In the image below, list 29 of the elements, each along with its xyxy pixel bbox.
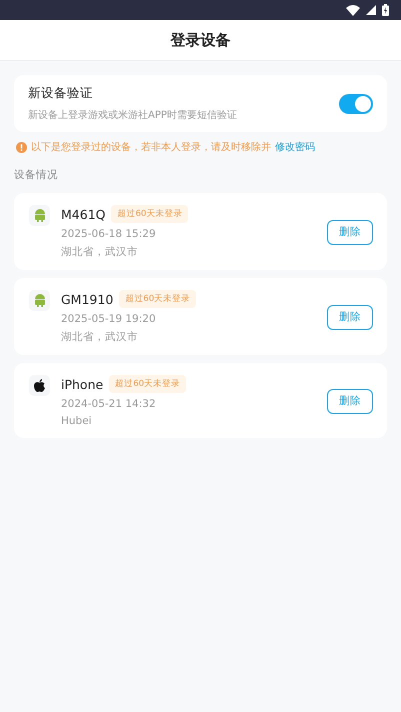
login-location: Hubei (61, 415, 93, 427)
delete-button[interactable]: 删除 (327, 304, 373, 330)
delete-button[interactable]: 删除 (327, 388, 373, 414)
signal-icon (366, 5, 376, 15)
device-name: GM1910 (61, 292, 114, 306)
login-location: 湖北省，武汉市 (61, 330, 139, 344)
change-password-link[interactable]: 修改密码 (275, 140, 315, 154)
inactive-tag: 超过60天未登录 (111, 205, 188, 223)
login-time: 2024-05-21 14:32 (61, 398, 157, 410)
toggle-switch[interactable] (339, 94, 373, 114)
wifi-icon (346, 4, 360, 16)
page-title: 登录设备 (170, 30, 230, 50)
setting-description: 新设备上登录游戏或米游社APP时需要短信验证 (28, 108, 238, 122)
android-icon (34, 209, 46, 222)
login-time: 2025-05-19 19:20 (61, 313, 157, 325)
device-name: iPhone (61, 376, 104, 392)
section-label: 设备情况 (14, 168, 59, 182)
warning-icon (16, 142, 27, 152)
delete-button[interactable]: 删除 (327, 220, 373, 244)
inactive-tag: 超过60天未登录 (109, 375, 186, 393)
device-name: M461Q (61, 206, 106, 222)
login-time: 2025-06-18 15:29 (61, 228, 157, 240)
notice-text: 以下是您登录过的设备，若非本人登录，请及时移除并 (31, 140, 271, 154)
inactive-tag: 超过60天未登录 (119, 290, 196, 308)
setting-title: 新设备验证 (28, 85, 94, 102)
apple-icon (34, 379, 45, 392)
login-location: 湖北省，武汉市 (61, 245, 139, 259)
android-icon (34, 294, 46, 307)
battery-icon (382, 4, 389, 16)
